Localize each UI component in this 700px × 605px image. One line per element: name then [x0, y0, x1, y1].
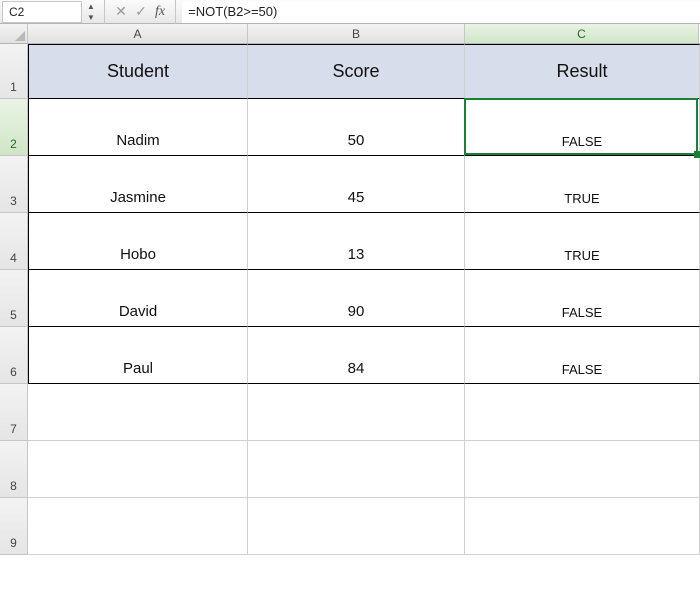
cell-C9[interactable] — [465, 498, 700, 555]
select-all-triangle-icon — [15, 31, 25, 41]
row-header-6[interactable]: 6 — [0, 327, 28, 384]
cell-A4[interactable]: Hobo — [28, 213, 248, 270]
cell-B7[interactable] — [248, 384, 465, 441]
row-header-7[interactable]: 7 — [0, 384, 28, 441]
cell-A1[interactable]: Student — [28, 44, 248, 99]
fill-handle[interactable] — [694, 151, 700, 158]
cell-B1[interactable]: Score — [248, 44, 465, 99]
divider — [104, 0, 105, 24]
cell-B3[interactable]: 45 — [248, 156, 465, 213]
cell-B6[interactable]: 84 — [248, 327, 465, 384]
formula-bar: C2 ▲ ▼ ✕ ✓ fx =NOT(B2>=50) — [0, 0, 700, 24]
select-all-corner[interactable] — [0, 24, 28, 44]
row-header-2[interactable]: 2 — [0, 99, 28, 156]
cell-A2[interactable]: Nadim — [28, 99, 248, 156]
cell-A9[interactable] — [28, 498, 248, 555]
cancel-formula-button[interactable]: ✕ — [111, 2, 131, 22]
cell-B2[interactable]: 50 — [248, 99, 465, 156]
cell-C3[interactable]: TRUE — [465, 156, 700, 213]
cell-C8[interactable] — [465, 441, 700, 498]
divider — [175, 0, 176, 24]
cell-C1[interactable]: Result — [465, 44, 700, 99]
confirm-formula-button[interactable]: ✓ — [131, 2, 151, 22]
cell-C2[interactable]: FALSE — [465, 99, 700, 156]
cell-C6[interactable]: FALSE — [465, 327, 700, 384]
cell-B4[interactable]: 13 — [248, 213, 465, 270]
cell-reference-input[interactable]: C2 — [2, 1, 82, 23]
row-header-8[interactable]: 8 — [0, 441, 28, 498]
column-header-C[interactable]: C — [465, 24, 699, 43]
cell-C4[interactable]: TRUE — [465, 213, 700, 270]
check-icon: ✓ — [135, 3, 147, 20]
cell-B5[interactable]: 90 — [248, 270, 465, 327]
cell-A7[interactable] — [28, 384, 248, 441]
cell-B9[interactable] — [248, 498, 465, 555]
cell-B8[interactable] — [248, 441, 465, 498]
cell-A8[interactable] — [28, 441, 248, 498]
formula-input[interactable]: =NOT(B2>=50) — [182, 1, 700, 23]
row-header-9[interactable]: 9 — [0, 498, 28, 555]
cell-ref-stepper[interactable]: ▲ ▼ — [84, 1, 98, 23]
cell-C7[interactable] — [465, 384, 700, 441]
row-header-5[interactable]: 5 — [0, 270, 28, 327]
row-header-3[interactable]: 3 — [0, 156, 28, 213]
spreadsheet-grid: A B C 1 2 3 4 5 6 7 8 9 Student Score Re… — [0, 24, 700, 605]
cell-A3[interactable]: Jasmine — [28, 156, 248, 213]
cells-area[interactable]: Student Score Result Nadim 50 FALSE Jasm… — [28, 44, 700, 605]
stepper-down-icon[interactable]: ▼ — [84, 12, 98, 23]
row-headers: 1 2 3 4 5 6 7 8 9 — [0, 44, 28, 605]
column-header-B[interactable]: B — [248, 24, 465, 43]
cell-A6[interactable]: Paul — [28, 327, 248, 384]
fx-icon[interactable]: fx — [151, 4, 169, 20]
row-header-1[interactable]: 1 — [0, 44, 28, 99]
cell-A5[interactable]: David — [28, 270, 248, 327]
column-headers: A B C — [28, 24, 700, 44]
cell-C5[interactable]: FALSE — [465, 270, 700, 327]
row-header-4[interactable]: 4 — [0, 213, 28, 270]
column-header-A[interactable]: A — [28, 24, 248, 43]
stepper-up-icon[interactable]: ▲ — [84, 1, 98, 12]
x-icon: ✕ — [115, 3, 127, 20]
